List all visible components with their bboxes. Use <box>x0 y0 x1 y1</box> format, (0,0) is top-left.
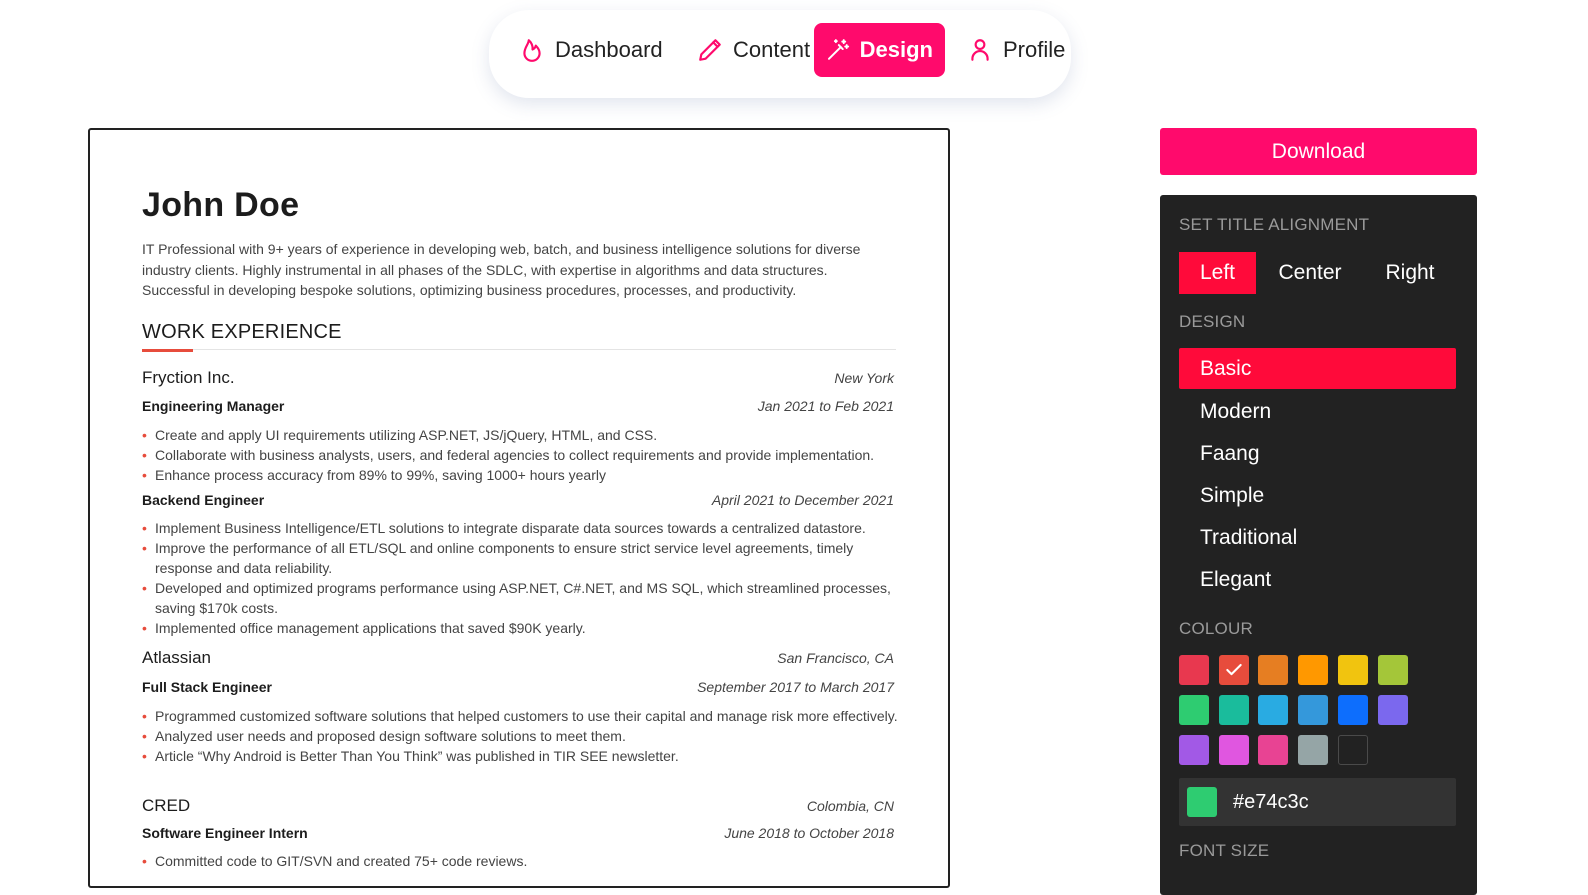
bullet-item: Create and apply UI requirements utilizi… <box>142 425 902 445</box>
design-option-faang[interactable]: Faang <box>1179 433 1456 474</box>
bullet-list: Programmed customized software solutions… <box>142 706 902 766</box>
flame-icon <box>523 39 541 62</box>
design-option-basic[interactable]: Basic <box>1179 348 1456 389</box>
job-location: Colombia, CN <box>806 798 894 814</box>
bullet-item: Implement Business Intelligence/ETL solu… <box>142 518 902 538</box>
bullet-list: Create and apply UI requirements utilizi… <box>142 425 902 485</box>
magic-wand-icon <box>827 39 850 60</box>
top-nav: Dashboard Content Design Profile <box>489 10 1071 98</box>
design-panel: SET TITLE ALIGNMENT Left Center Right DE… <box>1160 195 1477 895</box>
resume-name: John Doe <box>142 186 300 224</box>
colour-swatch[interactable] <box>1298 655 1329 685</box>
bullet-item: Developed and optimized programs perform… <box>142 578 902 618</box>
hex-colour-chip <box>1187 787 1217 817</box>
role-dates: June 2018 to October 2018 <box>724 825 894 841</box>
nav-design-label: Design <box>859 37 933 62</box>
colour-swatch[interactable] <box>1337 695 1368 725</box>
colour-swatch[interactable] <box>1298 695 1329 725</box>
role-title: Software Engineer Intern <box>142 825 308 841</box>
design-option-traditional[interactable]: Traditional <box>1179 517 1456 558</box>
download-button[interactable]: Download <box>1160 128 1477 175</box>
alignment-label: SET TITLE ALIGNMENT <box>1179 215 1370 234</box>
nav-content-label: Content <box>733 37 811 62</box>
hex-input[interactable]: #e74c3c <box>1179 778 1456 826</box>
section-title: WORK EXPERIENCE <box>142 321 896 352</box>
bullet-item: Programmed customized software solutions… <box>142 706 902 726</box>
bullet-item: Collaborate with business analysts, user… <box>142 445 902 465</box>
role-header: Backend Engineer April 2021 to December … <box>142 492 894 508</box>
user-icon <box>971 39 989 61</box>
role-header: Engineering Manager Jan 2021 to Feb 2021 <box>142 398 894 414</box>
role-dates: April 2021 to December 2021 <box>711 492 894 508</box>
role-dates: September 2017 to March 2017 <box>697 679 894 695</box>
role-title: Backend Engineer <box>142 492 265 508</box>
job-header: Fryction Inc. New York <box>142 368 894 388</box>
resume-preview: John Doe IT Professional with 9+ years o… <box>88 128 950 888</box>
nav-content[interactable]: Content <box>685 23 822 77</box>
colour-swatch[interactable] <box>1218 695 1249 725</box>
nav-profile[interactable]: Profile <box>955 23 1077 77</box>
company-name: Fryction Inc. <box>142 368 235 387</box>
job-location: San Francisco, CA <box>777 650 894 666</box>
colour-label: COLOUR <box>1179 619 1253 638</box>
colour-swatch[interactable] <box>1377 655 1408 685</box>
bullet-item: Improve the performance of all ETL/SQL a… <box>142 538 902 578</box>
align-left-button[interactable]: Left <box>1179 252 1256 294</box>
bullet-list: Committed code to GIT/SVN and created 75… <box>142 851 902 871</box>
colour-swatch[interactable] <box>1337 655 1368 685</box>
job-header: CRED Colombia, CN <box>142 796 894 816</box>
role-header: Software Engineer Intern June 2018 to Oc… <box>142 825 894 841</box>
hex-value: #e74c3c <box>1233 791 1309 813</box>
bullet-item: Committed code to GIT/SVN and created 75… <box>142 851 902 871</box>
resume-summary: IT Professional with 9+ years of experie… <box>142 241 861 298</box>
check-icon <box>1225 663 1242 676</box>
design-option-simple[interactable]: Simple <box>1179 475 1456 516</box>
company-name: Atlassian <box>142 648 211 667</box>
bullet-item: Implemented office management applicatio… <box>142 618 902 638</box>
company-name: CRED <box>142 796 191 815</box>
role-dates: Jan 2021 to Feb 2021 <box>757 398 894 414</box>
colour-swatch[interactable] <box>1298 735 1329 765</box>
bullet-item: Article “Why Android is Better Than You … <box>142 746 902 766</box>
bullet-list: Implement Business Intelligence/ETL solu… <box>142 518 902 638</box>
nav-design[interactable]: Design <box>814 23 945 77</box>
colour-swatch[interactable] <box>1218 655 1249 685</box>
colour-swatch[interactable] <box>1179 655 1209 685</box>
section-header: WORK EXPERIENCE <box>142 321 896 352</box>
pencil-icon <box>699 39 721 61</box>
colour-swatch[interactable] <box>1258 655 1289 685</box>
job-header: Atlassian San Francisco, CA <box>142 648 894 668</box>
role-title: Full Stack Engineer <box>142 679 272 695</box>
font-size-label: FONT SIZE <box>1179 841 1270 860</box>
nav-dashboard[interactable]: Dashboard <box>507 23 675 77</box>
align-right-button[interactable]: Right <box>1370 252 1450 294</box>
colour-swatch[interactable] <box>1179 735 1209 765</box>
bullet-item: Analyzed user needs and proposed design … <box>142 726 902 746</box>
bullet-item: Enhance process accuracy from 89% to 99%… <box>142 465 902 485</box>
nav-profile-label: Profile <box>1003 37 1066 62</box>
role-header: Full Stack Engineer September 2017 to Ma… <box>142 679 894 695</box>
colour-swatch[interactable] <box>1179 695 1209 725</box>
role-title: Engineering Manager <box>142 398 285 414</box>
align-center-button[interactable]: Center <box>1266 252 1354 294</box>
colour-swatch[interactable] <box>1337 735 1368 765</box>
colour-swatch[interactable] <box>1377 695 1408 725</box>
design-label: DESIGN <box>1179 312 1246 331</box>
job-location: New York <box>834 370 894 386</box>
nav-dashboard-label: Dashboard <box>555 37 663 62</box>
colour-swatch[interactable] <box>1258 735 1289 765</box>
design-option-elegant[interactable]: Elegant <box>1179 559 1456 600</box>
design-option-modern[interactable]: Modern <box>1179 391 1456 432</box>
colour-swatch[interactable] <box>1218 735 1249 765</box>
colour-swatch[interactable] <box>1258 695 1289 725</box>
